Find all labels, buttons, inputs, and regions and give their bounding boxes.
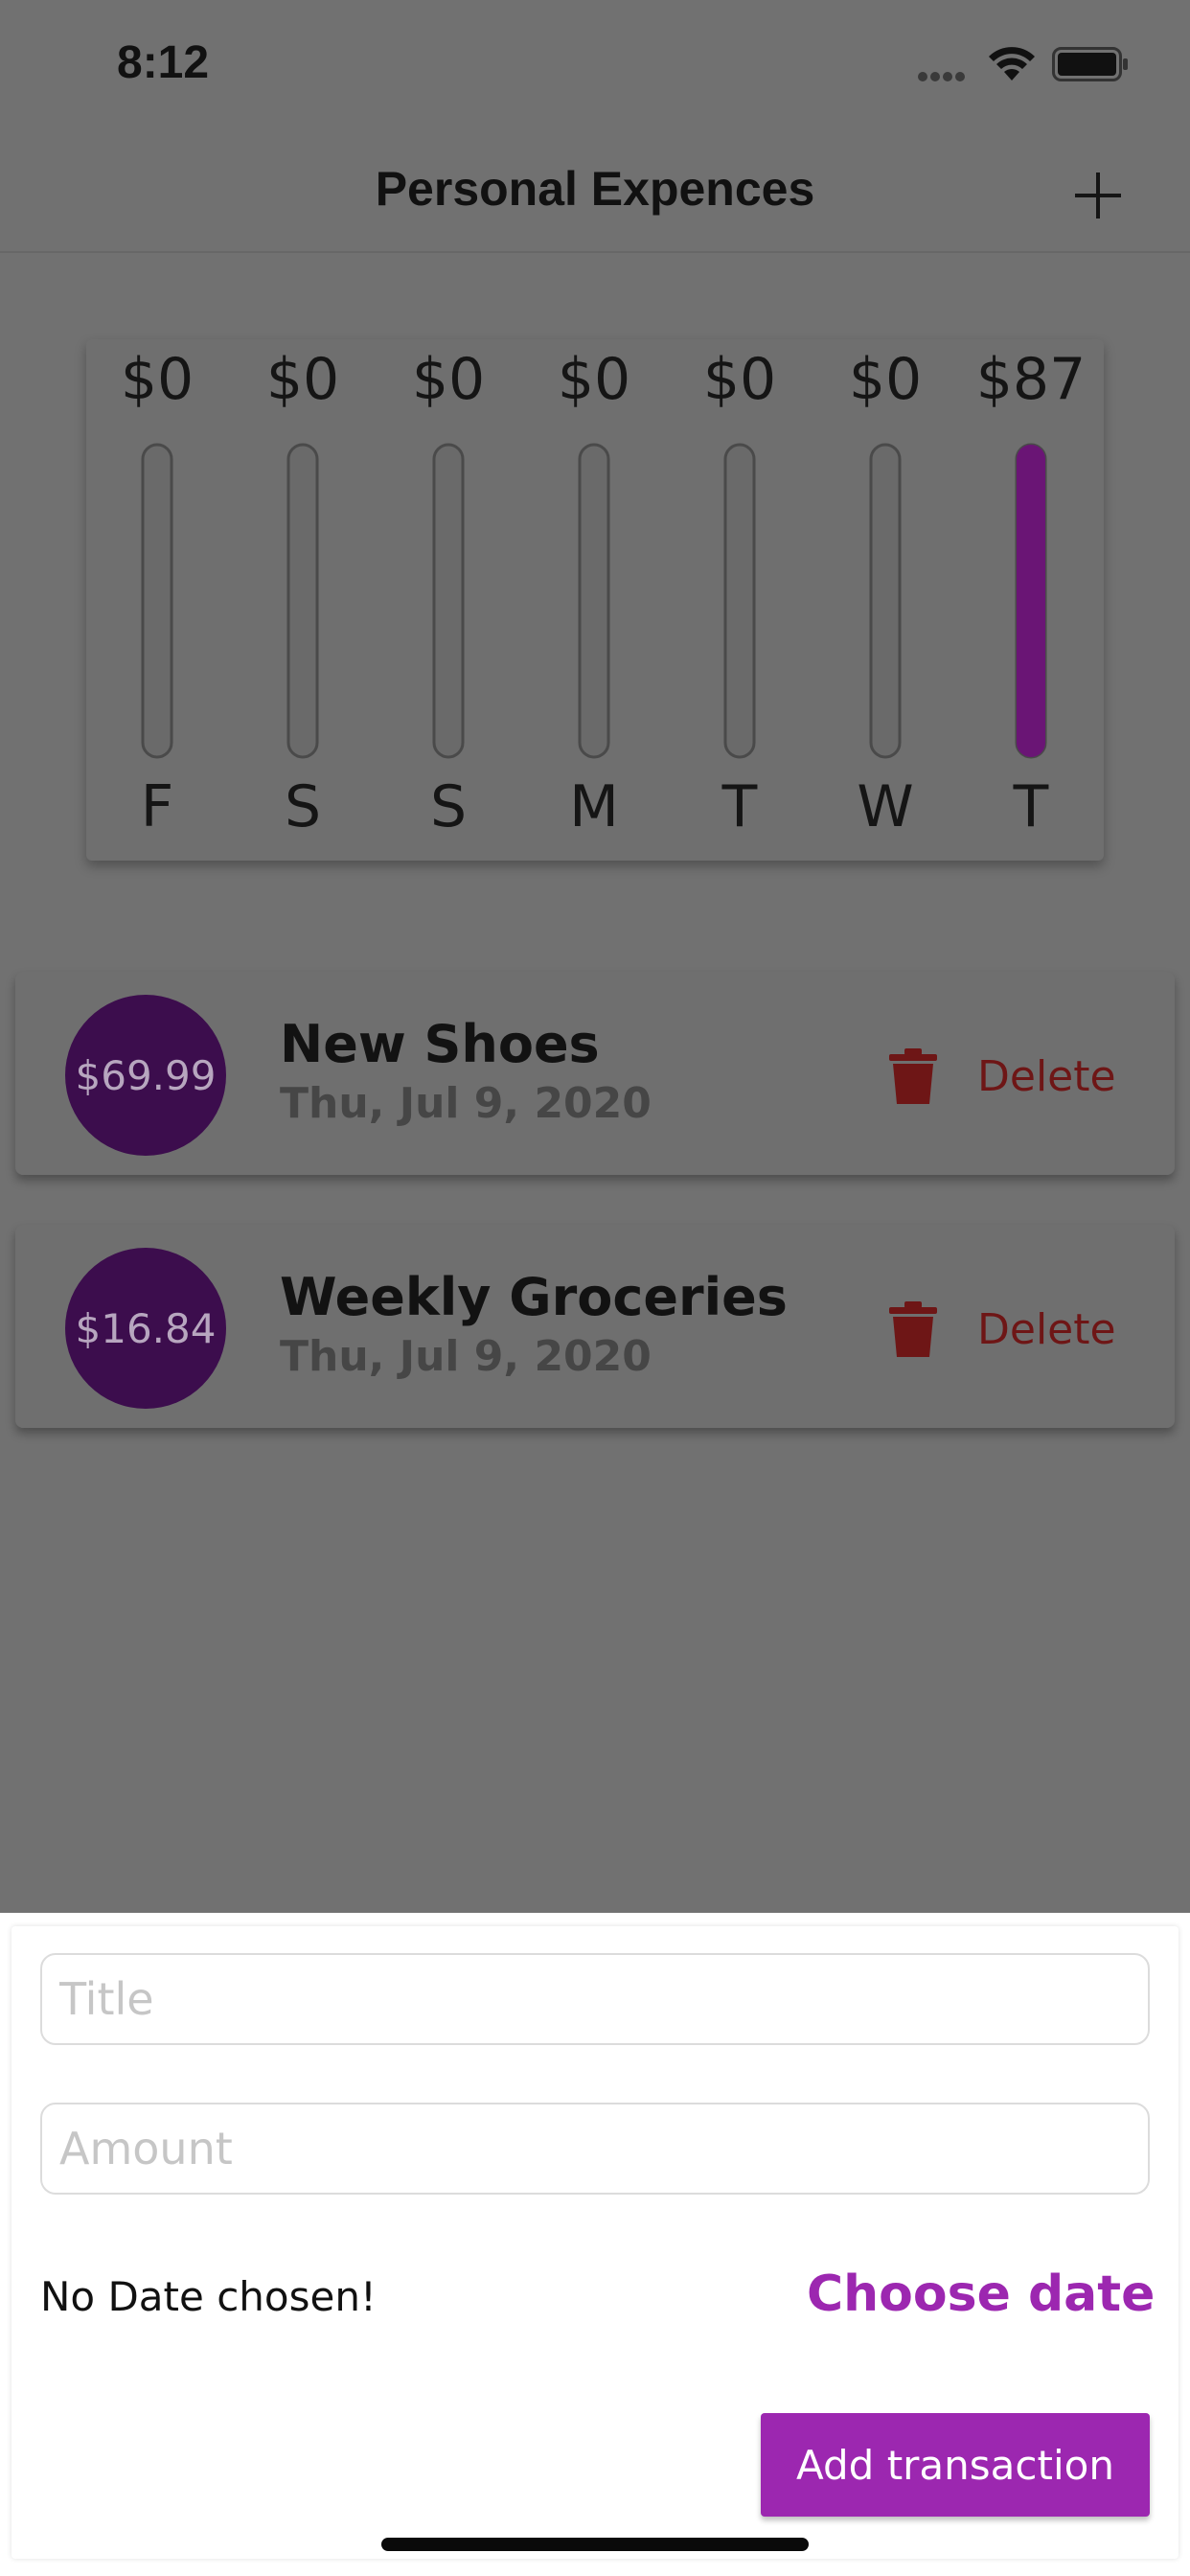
trash-icon[interactable] bbox=[885, 1301, 941, 1359]
transaction-date: Thu, Jul 9, 2020 bbox=[280, 1332, 652, 1381]
app-bar: Personal Expences bbox=[0, 134, 1190, 253]
day-label: S bbox=[430, 773, 467, 840]
add-transaction-button[interactable]: Add transaction bbox=[761, 2413, 1150, 2517]
page-title: Personal Expences bbox=[375, 162, 815, 216]
bar-track bbox=[141, 443, 173, 759]
weekly-chart: $0 F $0 S $0 S $0 M $0 T $0 W $87 T bbox=[121, 346, 1087, 840]
transaction-title: New Shoes bbox=[280, 1014, 600, 1074]
status-time: 8:12 bbox=[117, 37, 210, 88]
bar-track bbox=[286, 443, 319, 759]
home-indicator bbox=[381, 2538, 809, 2551]
amount-input[interactable] bbox=[40, 2103, 1150, 2195]
no-date-label: No Date chosen! bbox=[40, 2273, 377, 2320]
bar-value-label: $0 bbox=[558, 346, 630, 413]
day-label: T bbox=[1013, 773, 1049, 840]
day-label: F bbox=[141, 773, 174, 840]
amount-avatar: $16.84 bbox=[65, 1248, 226, 1409]
bar-value-label: $0 bbox=[703, 346, 776, 413]
delete-button-label[interactable]: Delete bbox=[977, 1305, 1116, 1354]
trash-icon[interactable] bbox=[885, 1048, 941, 1106]
plus-icon[interactable] bbox=[1071, 169, 1125, 222]
amount-avatar: $69.99 bbox=[65, 995, 226, 1156]
day-label: W bbox=[857, 773, 913, 840]
weekly-chart-card: $0 F $0 S $0 S $0 M $0 T $0 W $87 T bbox=[86, 339, 1104, 861]
transaction-title: Weekly Groceries bbox=[280, 1267, 788, 1327]
delete-button-label[interactable]: Delete bbox=[977, 1052, 1116, 1101]
bar-track bbox=[432, 443, 465, 759]
wifi-icon bbox=[989, 47, 1035, 80]
day-label: M bbox=[569, 773, 619, 840]
bar-track bbox=[869, 443, 902, 759]
status-bar: 8:12 bbox=[0, 0, 1190, 134]
choose-date-button[interactable]: Choose date bbox=[807, 2266, 1155, 2323]
signal-icon bbox=[918, 69, 972, 81]
transaction-card: $16.84 Weekly Groceries Thu, Jul 9, 2020… bbox=[15, 1225, 1175, 1428]
bar-value-label: $0 bbox=[849, 346, 922, 413]
bar-track bbox=[723, 443, 756, 759]
bar-fill bbox=[1017, 445, 1045, 757]
bar-value-label: $0 bbox=[266, 346, 339, 413]
bar-value-label: $0 bbox=[412, 346, 485, 413]
bar-value-label: $87 bbox=[976, 346, 1087, 413]
bar-track bbox=[578, 443, 610, 759]
transaction-card: $69.99 New Shoes Thu, Jul 9, 2020 Delete bbox=[15, 972, 1175, 1175]
title-input[interactable] bbox=[40, 1953, 1150, 2045]
bar-value-label: $0 bbox=[121, 346, 194, 413]
battery-icon bbox=[1052, 47, 1128, 81]
transaction-date: Thu, Jul 9, 2020 bbox=[280, 1079, 652, 1128]
day-label: T bbox=[721, 773, 758, 840]
day-label: S bbox=[285, 773, 321, 840]
